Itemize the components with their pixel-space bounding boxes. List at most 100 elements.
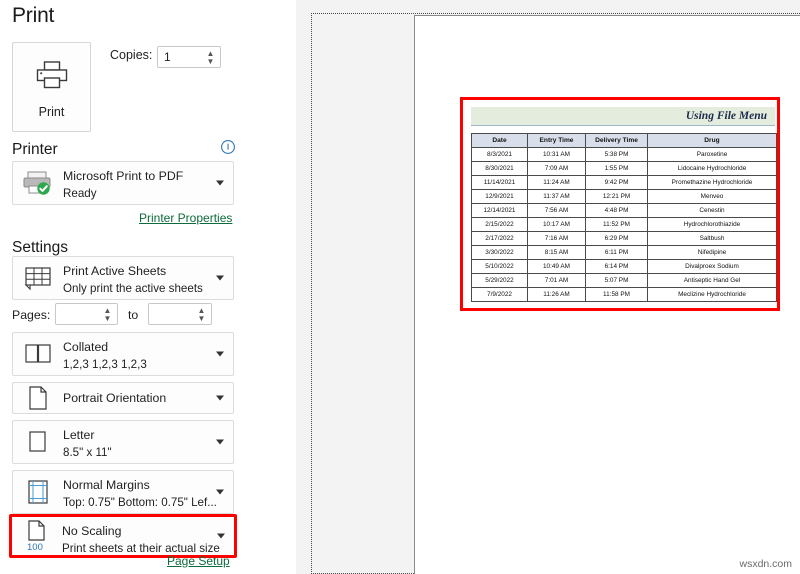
- cell-date: 5/10/2022: [471, 259, 528, 274]
- preview-page: Using File Menu Date Entry Time Delivery…: [414, 15, 800, 574]
- print-what-select[interactable]: Print Active Sheets Only print the activ…: [12, 256, 234, 300]
- table-row: 2/17/2022 7:16 AM 6:29 PM Saltbush: [471, 231, 777, 246]
- print-button[interactable]: Print: [12, 42, 91, 132]
- table-row: 11/14/2021 11:24 AM 9:42 PM Promethazine…: [471, 175, 777, 190]
- margins-secondary: Top: 0.75" Bottom: 0.75" Lef...: [63, 496, 217, 509]
- paper-size-icon: [21, 426, 55, 458]
- pages-label: Pages:: [12, 308, 51, 322]
- cell-entry: 7:16 AM: [527, 231, 586, 246]
- cell-entry: 11:26 AM: [527, 287, 586, 302]
- table-row: 5/29/2022 7:01 AM 5:07 PM Antiseptic Han…: [471, 273, 777, 288]
- cell-entry: 11:24 AM: [527, 175, 586, 190]
- cell-delivery: 12:21 PM: [585, 189, 648, 204]
- table-row: 5/10/2022 10:49 AM 6:14 PM Divalproex So…: [471, 259, 777, 274]
- copies-stepper[interactable]: 1 ▲ ▼: [157, 46, 221, 68]
- collation-primary: Collated: [63, 340, 109, 354]
- cell-date: 11/14/2021: [471, 175, 528, 190]
- worksheet-grid-icon: [21, 262, 55, 294]
- paper-size-select[interactable]: Letter 8.5" x 11": [12, 420, 234, 464]
- printer-select[interactable]: Microsoft Print to PDF Ready: [12, 161, 234, 205]
- cell-date: 12/14/2021: [471, 203, 528, 218]
- watermark: wsxdn.com: [739, 558, 792, 570]
- cell-entry: 7:01 AM: [527, 273, 586, 288]
- cell-date: 3/30/2022: [471, 245, 528, 260]
- table-header-row: Date Entry Time Delivery Time Drug: [471, 133, 777, 148]
- printer-ready-icon: [21, 167, 55, 199]
- margins-icon: [21, 476, 55, 508]
- sheet-title: Using File Menu: [685, 110, 767, 122]
- cell-delivery: 4:48 PM: [585, 203, 648, 218]
- collate-icon: [21, 338, 55, 370]
- info-circle-icon[interactable]: [220, 139, 236, 155]
- cell-drug: Hydrochlorothiazide: [647, 217, 777, 232]
- column-header-drug: Drug: [647, 133, 777, 148]
- pages-to-label: to: [128, 308, 139, 322]
- cell-delivery: 9:42 PM: [585, 175, 648, 190]
- cell-delivery: 1:55 PM: [585, 161, 648, 176]
- cell-entry: 10:17 AM: [527, 217, 586, 232]
- margins-select[interactable]: Normal Margins Top: 0.75" Bottom: 0.75" …: [12, 470, 234, 514]
- table-row: 12/9/2021 11:37 AM 12:21 PM Menveo: [471, 189, 777, 204]
- print-settings-pane: Print Print Copies: 1 ▲ ▼ Printer Micros…: [0, 0, 296, 574]
- chevron-down-icon[interactable]: [216, 180, 224, 186]
- table-row: 8/30/2021 7:09 AM 1:55 PM Lidocaine Hydr…: [471, 161, 777, 176]
- cell-drug: Promethazine Hydrochloride: [647, 175, 777, 190]
- pages-to-input[interactable]: ▲ ▼: [148, 303, 212, 325]
- cell-delivery: 5:07 PM: [585, 273, 648, 288]
- copies-spinner-arrows[interactable]: ▲ ▼: [205, 47, 216, 67]
- preview-highlight-box: Using File Menu Date Entry Time Delivery…: [460, 97, 780, 311]
- print-button-label: Print: [38, 104, 65, 119]
- cell-delivery: 6:29 PM: [585, 231, 648, 246]
- cell-entry: 7:09 AM: [527, 161, 586, 176]
- printer-properties-link[interactable]: Printer Properties: [139, 211, 232, 225]
- chevron-down-icon[interactable]: [216, 489, 224, 495]
- cell-drug: Meclizine Hydrochloride: [647, 287, 777, 302]
- printer-section-heading: Printer: [12, 141, 58, 158]
- cell-drug: Saltbush: [647, 231, 777, 246]
- pages-from-spinner-arrows[interactable]: ▲ ▼: [102, 304, 113, 324]
- print-what-secondary: Only print the active sheets: [63, 282, 203, 295]
- scaling-select[interactable]: 100 No Scaling Print sheets at their act…: [9, 514, 237, 558]
- column-header-entry-time: Entry Time: [527, 133, 586, 148]
- cell-date: 2/17/2022: [471, 231, 528, 246]
- table-row: 7/9/2022 11:26 AM 11:58 PM Meclizine Hyd…: [471, 287, 777, 302]
- scaling-icon: 100: [20, 520, 54, 553]
- cell-entry: 11:37 AM: [527, 189, 586, 204]
- svg-text:100: 100: [27, 542, 43, 553]
- orientation-select[interactable]: Portrait Orientation: [12, 382, 234, 414]
- chevron-down-icon[interactable]: [216, 439, 224, 445]
- cell-date: 12/9/2021: [471, 189, 528, 204]
- cell-delivery: 11:52 PM: [585, 217, 648, 232]
- cell-entry: 7:56 AM: [527, 203, 586, 218]
- printer-status: Ready: [63, 187, 97, 200]
- cell-drug: Paroxetine: [647, 147, 777, 162]
- page-title: Print: [12, 4, 55, 27]
- table-row: 12/14/2021 7:56 AM 4:48 PM Cenestin: [471, 203, 777, 218]
- page-setup-link[interactable]: Page Setup: [167, 554, 230, 568]
- pages-from-input[interactable]: ▲ ▼: [55, 303, 118, 325]
- paper-size-secondary: 8.5" x 11": [63, 446, 112, 459]
- cell-drug: Cenestin: [647, 203, 777, 218]
- portrait-page-icon: [21, 382, 55, 414]
- collation-select[interactable]: Collated 1,2,3 1,2,3 1,2,3: [12, 332, 234, 376]
- table-row: 2/15/2022 10:17 AM 11:52 PM Hydrochlorot…: [471, 217, 777, 232]
- table-row: 8/3/2021 10:31 AM 5:38 PM Paroxetine: [471, 147, 777, 162]
- copies-label: Copies:: [110, 48, 153, 62]
- chevron-down-icon[interactable]: [216, 275, 224, 281]
- chevron-down-icon[interactable]: [216, 395, 224, 401]
- preview-data-table: Date Entry Time Delivery Time Drug 8/3/2…: [471, 133, 777, 302]
- pages-to-spinner-arrows[interactable]: ▲ ▼: [196, 304, 207, 324]
- chevron-down-icon[interactable]: [217, 533, 225, 539]
- cell-drug: Divalproex Sodium: [647, 259, 777, 274]
- cell-entry: 10:31 AM: [527, 147, 586, 162]
- cell-date: 8/30/2021: [471, 161, 528, 176]
- cell-delivery: 6:11 PM: [585, 245, 648, 260]
- copies-value: 1: [164, 50, 171, 64]
- cell-delivery: 6:14 PM: [585, 259, 648, 274]
- cell-date: 7/9/2022: [471, 287, 528, 302]
- chevron-down-icon[interactable]: [216, 351, 224, 357]
- cell-drug: Antiseptic Hand Gel: [647, 273, 777, 288]
- scaling-primary: No Scaling: [62, 524, 122, 538]
- column-header-delivery-time: Delivery Time: [585, 133, 648, 148]
- print-preview-screen: Print Print Copies: 1 ▲ ▼ Printer Micros…: [0, 0, 800, 574]
